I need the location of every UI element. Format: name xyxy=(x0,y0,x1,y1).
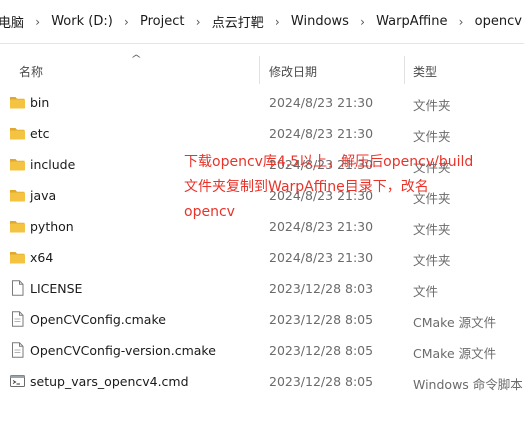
file-name: include xyxy=(30,157,76,172)
file-row-opencvconfig[interactable]: OpenCVConfig.cmake 2023/12/28 8:05 CMake… xyxy=(0,304,524,335)
file-date: 2023/12/28 8:05 xyxy=(269,343,374,358)
file-type: CMake 源文件 xyxy=(413,346,497,361)
file-row-etc[interactable]: etc 2024/8/23 21:30 文件夹 xyxy=(0,118,524,149)
file-name: java xyxy=(30,188,57,203)
file-list: bin 2024/8/23 21:30 文件夹 etc 2024/8/23 21… xyxy=(0,87,524,397)
file-row-bin[interactable]: bin 2024/8/23 21:30 文件夹 xyxy=(0,87,524,118)
folder-icon xyxy=(10,252,25,264)
cmake-file-icon xyxy=(12,311,24,327)
file-type: 文件夹 xyxy=(413,98,451,113)
file-row-setup-vars[interactable]: setup_vars_opencv4.cmd 2023/12/28 8:05 W… xyxy=(0,366,524,397)
file-date: 2024/8/23 21:30 xyxy=(269,188,374,203)
file-date: 2023/12/28 8:03 xyxy=(269,281,374,296)
file-name: OpenCVConfig-version.cmake xyxy=(30,343,216,358)
column-header-date[interactable]: 修改日期 xyxy=(269,63,317,80)
file-date: 2023/12/28 8:05 xyxy=(269,374,374,389)
file-date: 2024/8/23 21:30 xyxy=(269,95,374,110)
chevron-right-icon[interactable]: › xyxy=(32,15,43,29)
file-type: Windows 命令脚本 xyxy=(413,377,523,392)
cmd-script-icon xyxy=(10,375,25,387)
chevron-right-icon[interactable]: › xyxy=(272,15,283,29)
folder-icon xyxy=(10,97,25,109)
breadcrumb-item-computer[interactable]: 电脑 xyxy=(0,12,26,31)
file-type: CMake 源文件 xyxy=(413,315,497,330)
breadcrumb-item-windows[interactable]: Windows xyxy=(289,14,351,29)
sort-ascending-icon: ^ xyxy=(130,54,143,65)
file-name: python xyxy=(30,219,74,234)
file-date: 2024/8/23 21:30 xyxy=(269,219,374,234)
column-header-name[interactable]: 名称 xyxy=(19,63,43,80)
file-name: x64 xyxy=(30,250,54,265)
folder-icon xyxy=(10,190,25,202)
column-header-type[interactable]: 类型 xyxy=(413,63,437,80)
column-divider[interactable] xyxy=(404,56,405,84)
breadcrumb-item-warpaffine[interactable]: WarpAffine xyxy=(374,14,449,29)
file-type: 文件夹 xyxy=(413,191,451,206)
column-divider[interactable] xyxy=(259,56,260,84)
column-header: ^ 名称 修改日期 类型 xyxy=(0,50,524,88)
breadcrumb-item-point-cloud[interactable]: 点云打靶 xyxy=(210,12,266,31)
file-row-license[interactable]: LICENSE 2023/12/28 8:03 文件 xyxy=(0,273,524,304)
folder-icon xyxy=(10,128,25,140)
breadcrumb-item-opencv[interactable]: opencv xyxy=(473,14,524,29)
file-date: 2024/8/23 21:30 xyxy=(269,126,374,141)
breadcrumb: 电脑 › Work (D:) › Project › 点云打靶 › Window… xyxy=(0,0,524,44)
file-type: 文件夹 xyxy=(413,160,451,175)
file-name: bin xyxy=(30,95,50,110)
file-row-python[interactable]: python 2024/8/23 21:30 文件夹 xyxy=(0,211,524,242)
file-row-include[interactable]: include 2024/8/23 21:30 文件夹 xyxy=(0,149,524,180)
file-type: 文件夹 xyxy=(413,129,451,144)
file-date: 2024/8/23 21:30 xyxy=(269,157,374,172)
file-type: 文件夹 xyxy=(413,253,451,268)
file-date: 2023/12/28 8:05 xyxy=(269,312,374,327)
chevron-right-icon[interactable]: › xyxy=(455,15,466,29)
chevron-right-icon[interactable]: › xyxy=(121,15,132,29)
chevron-right-icon[interactable]: › xyxy=(357,15,368,29)
chevron-right-icon[interactable]: › xyxy=(193,15,204,29)
breadcrumb-item-project[interactable]: Project xyxy=(138,14,186,29)
file-name: OpenCVConfig.cmake xyxy=(30,312,166,327)
cmake-file-icon xyxy=(12,342,24,358)
folder-icon xyxy=(10,221,25,233)
file-row-x64[interactable]: x64 2024/8/23 21:30 文件夹 xyxy=(0,242,524,273)
file-name: etc xyxy=(30,126,50,141)
folder-icon xyxy=(10,159,25,171)
file-type: 文件夹 xyxy=(413,222,451,237)
file-icon xyxy=(12,280,24,296)
file-name: LICENSE xyxy=(30,281,83,296)
file-date: 2024/8/23 21:30 xyxy=(269,250,374,265)
file-type: 文件 xyxy=(413,284,439,299)
file-row-opencvconfig-version[interactable]: OpenCVConfig-version.cmake 2023/12/28 8:… xyxy=(0,335,524,366)
file-name: setup_vars_opencv4.cmd xyxy=(30,374,189,389)
breadcrumb-item-drive[interactable]: Work (D:) xyxy=(49,14,115,29)
file-row-java[interactable]: java 2024/8/23 21:30 文件夹 xyxy=(0,180,524,211)
